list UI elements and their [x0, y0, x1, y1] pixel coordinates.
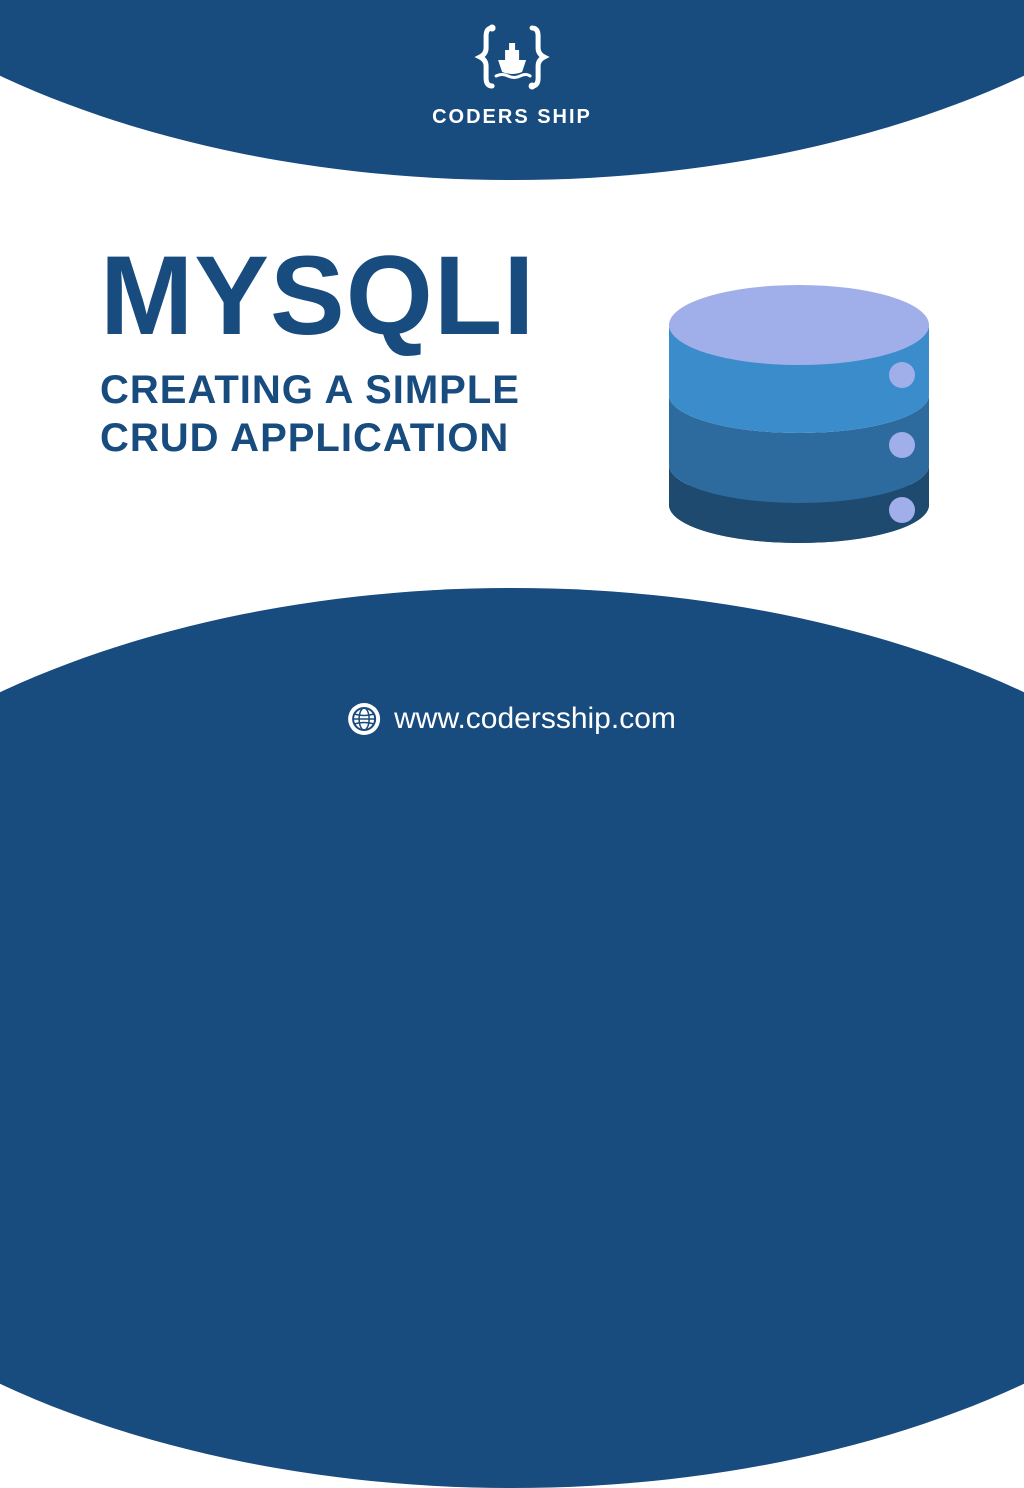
- logo: CODERS SHIP: [432, 20, 592, 129]
- website-url: www.codersship.com: [394, 702, 676, 736]
- subtitle-line1: CREATING A SIMPLE: [100, 366, 535, 414]
- page-title: MYSQLI: [100, 240, 535, 352]
- brand-name: CODERS SHIP: [432, 106, 592, 129]
- ship-logo-icon: [472, 20, 552, 100]
- main-content: MYSQLI CREATING A SIMPLE CRUD APPLICATIO…: [100, 240, 535, 462]
- footer: www.codersship.com: [348, 702, 676, 736]
- subtitle-line2: CRUD APPLICATION: [100, 414, 535, 462]
- globe-icon: [348, 703, 380, 735]
- database-icon: [659, 245, 939, 545]
